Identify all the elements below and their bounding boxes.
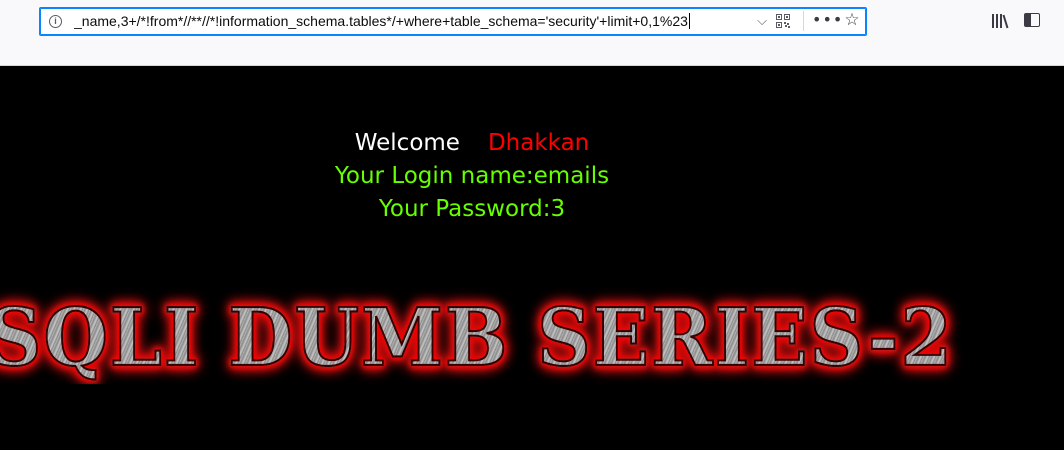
- info-icon[interactable]: i: [49, 15, 62, 28]
- url-input[interactable]: _name,3+/*!from*//**//*!information_sche…: [74, 8, 784, 35]
- sidebar-icon[interactable]: [1024, 13, 1040, 27]
- banner: SQLI DUMB SERIES-2: [0, 284, 1064, 384]
- page-content: Welcome Dhakkan Your Login name:emails Yo…: [0, 66, 1064, 450]
- library-icon[interactable]: [991, 12, 1009, 30]
- welcome-name: Dhakkan: [487, 130, 590, 156]
- star-icon[interactable]: ☆: [842, 10, 862, 30]
- password-text: Your Password:3: [378, 196, 566, 222]
- login-name-text: Your Login name:emails: [334, 163, 610, 189]
- browser-toolbar: i _name,3+/*!from*//**//*!information_sc…: [0, 0, 1064, 66]
- chevron-down-icon[interactable]: ⌵: [752, 12, 772, 32]
- banner-title: SQLI DUMB SERIES-2: [0, 284, 954, 384]
- welcome-label: Welcome: [354, 130, 460, 156]
- toolbar-separator: [803, 11, 804, 31]
- url-bar[interactable]: i _name,3+/*!from*//**//*!information_sc…: [39, 7, 867, 36]
- more-actions-icon[interactable]: •••: [812, 10, 842, 30]
- welcome-line: Welcome Dhakkan: [0, 128, 944, 158]
- qr-code-icon[interactable]: [776, 14, 790, 28]
